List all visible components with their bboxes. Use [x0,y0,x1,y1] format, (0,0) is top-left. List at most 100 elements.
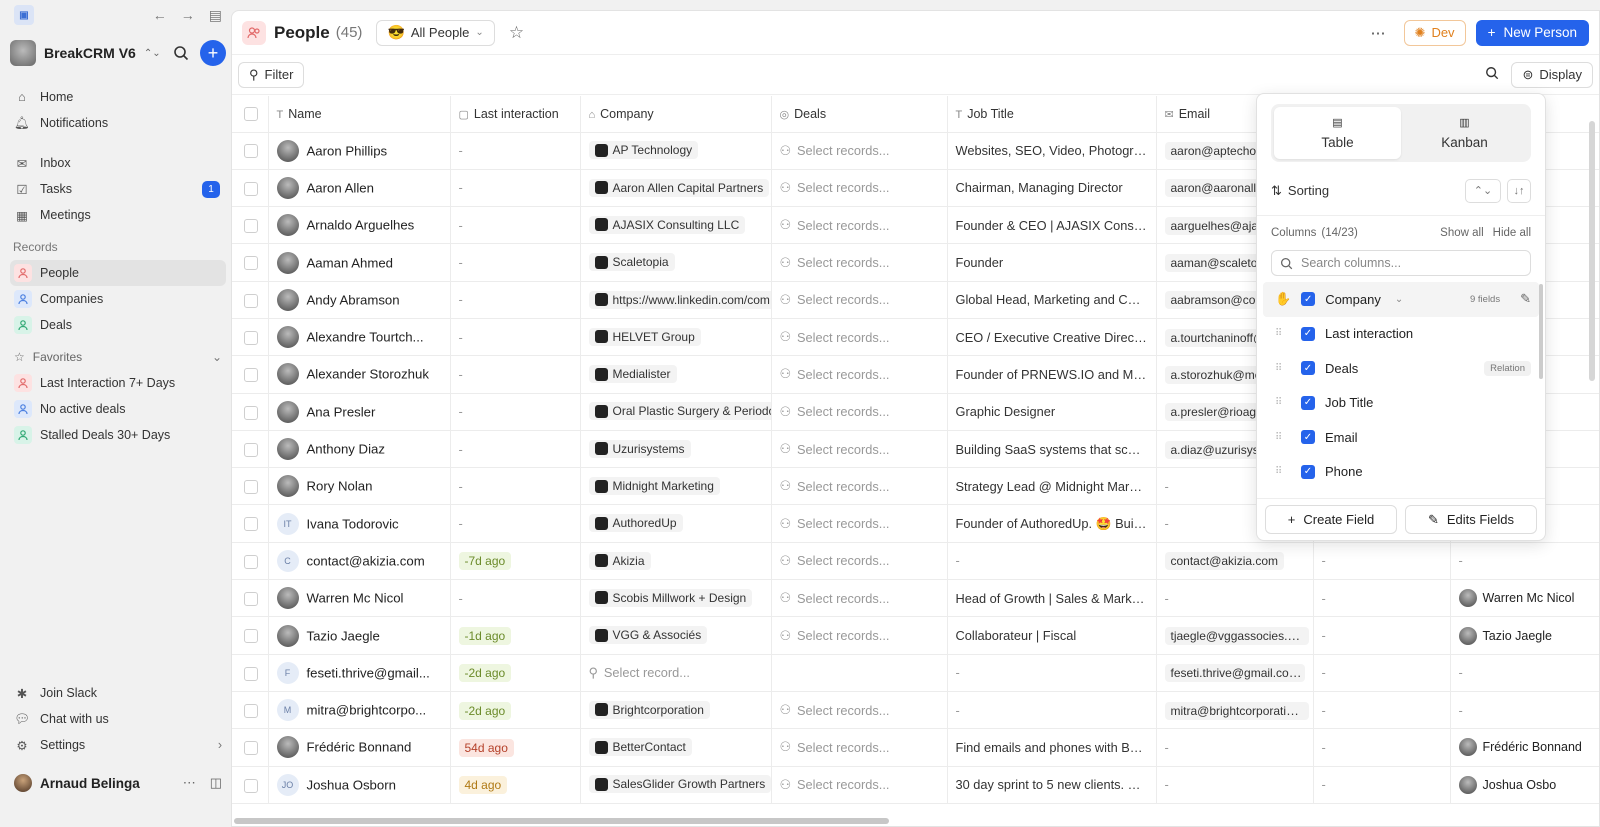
row-checkbox[interactable] [244,778,258,793]
deals-cell[interactable]: ⚇ Select records... [771,393,948,431]
job-title-cell[interactable]: Building SaaS systems that scale... [947,430,1157,469]
add-icon[interactable]: + [200,40,226,66]
dev-button[interactable]: ✺ Dev [1403,19,1466,46]
row-checkbox[interactable] [244,703,258,718]
drag-handle-icon[interactable]: ⠿ [1275,328,1289,339]
column-checkbox[interactable]: ✓ [1301,395,1315,410]
sidebar-item-notifications[interactable]: 🔔︎ Notifications [10,110,226,136]
job-title-cell[interactable]: Founder [947,243,1157,282]
row-checkbox[interactable] [244,368,258,383]
app-logo-icon[interactable]: ▣ [14,5,34,25]
sidebar-item-stalled-deals-30-days[interactable]: Stalled Deals 30+ Days [10,422,226,448]
company-cell[interactable]: Brightcorporation [580,691,772,730]
company-cell[interactable]: HELVET Group [580,318,772,357]
last-interaction-cell[interactable]: - [450,393,581,431]
phone-cell[interactable]: - [1313,542,1451,581]
search-icon[interactable] [168,40,194,66]
phone-cell[interactable]: - [1313,766,1451,804]
last-interaction-cell[interactable]: - [450,243,581,282]
select-records[interactable]: ⚇ Select records... [780,702,890,718]
kanban-view-option[interactable]: ▥ Kanban [1401,107,1528,159]
company-chip[interactable]: Oral Plastic Surgery & Periodo [588,402,770,421]
deals-cell[interactable]: ⚇ Select records... [771,616,948,655]
deals-cell[interactable]: ⚇ Select records... [771,579,948,618]
company-cell[interactable]: AP Technology [580,132,772,170]
select-records[interactable]: ⚇ Select records... [780,292,890,308]
sidebar-item-last-interaction-7-days[interactable]: Last Interaction 7+ Days [10,370,226,396]
name-cell[interactable]: Ana Presler [268,393,451,431]
table-row[interactable]: Tazio Jaegle -1d ago VGG & Associés ⚇ Select… [232,616,1599,655]
column-toggle-last-interaction[interactable]: ⠿ ✓ Last interaction [1257,317,1545,352]
company-chip[interactable]: Brightcorporation [588,700,710,719]
name-cell[interactable]: Aaron Allen [268,169,451,208]
row-checkbox[interactable] [244,442,258,457]
sidebar-item-home[interactable]: ⌂ Home [10,84,226,110]
pencil-icon[interactable]: ✎ [1520,291,1531,307]
more-options-icon[interactable]: ⋯ [1371,24,1386,42]
last-interaction-cell[interactable]: - [450,467,581,506]
select-records[interactable]: ⚇ Select records... [780,217,890,233]
select-records[interactable]: ⚇ Select records... [780,590,890,606]
job-title-cell[interactable]: Graphic Designer [947,393,1157,431]
column-toggle-deals[interactable]: ⠿ ✓ Deals Relation [1257,351,1545,386]
owner-cell[interactable]: Tazio Jaegle [1450,616,1599,655]
last-interaction-cell[interactable]: - [450,169,581,208]
job-title-cell[interactable]: - [947,691,1157,730]
deals-cell[interactable]: ⚇ Select records... [771,206,948,245]
column-header[interactable]: T Name [268,96,451,133]
job-title-cell[interactable]: - [947,542,1157,581]
forward-arrow-icon[interactable]: → [181,7,195,23]
company-chip[interactable]: Medialister [588,365,677,384]
company-chip[interactable]: https://www.linkedin.com/com [588,290,770,309]
favorites-section-header[interactable]: ☆ Favorites ⌄ [10,344,226,370]
name-cell[interactable]: Ffeseti.thrive@gmail... [268,654,451,692]
deals-cell[interactable]: ⚇ Select records... [771,467,948,506]
last-interaction-cell[interactable]: - [450,430,581,469]
name-cell[interactable]: JO Joshua Osborn [268,766,451,804]
last-interaction-cell[interactable]: - [450,355,581,394]
deals-cell[interactable]: ⚇ Select records... [771,132,948,170]
email-cell[interactable]: - [1156,766,1314,804]
select-records[interactable]: ⚇ Select records... [780,366,890,382]
row-checkbox[interactable] [244,219,258,234]
row-checkbox[interactable] [244,256,258,271]
phone-cell[interactable]: - [1313,654,1451,692]
name-cell[interactable]: Alexander Storozhuk [268,355,451,394]
deals-cell[interactable]: ⚇ Select records... [771,691,948,730]
row-checkbox[interactable] [244,330,258,345]
show-all-button[interactable]: Show all [1440,227,1483,239]
sidebar-item-no-active-deals[interactable]: No active deals [10,396,226,422]
sidebar-item-inbox[interactable]: ✉ Inbox [10,150,226,176]
table-row[interactable]: JO Joshua Osborn 4d ago SalesGlider Growth … [232,766,1599,804]
column-toggle-company[interactable]: ✋ ✓ Company ⌄ 9 fields ✎ [1263,282,1539,317]
column-checkbox[interactable]: ✓ [1301,292,1316,307]
name-cell[interactable]: Anthony Diaz [268,430,451,469]
company-cell[interactable]: AJASIX Consulting LLC [580,206,772,245]
sort-direction-icon[interactable]: ↓↑ [1507,178,1531,203]
sidebar-item-chat-with-us[interactable]: 💬︎ Chat with us [10,706,226,732]
favorite-star-icon[interactable]: ☆ [509,23,524,43]
last-interaction-cell[interactable]: - [450,132,581,170]
company-cell[interactable]: Midnight Marketing [580,467,772,506]
company-chip[interactable]: VGG & Associés [588,626,708,645]
owner-cell[interactable]: Joshua Osbo [1450,766,1599,804]
row-checkbox[interactable] [244,293,258,308]
job-title-cell[interactable]: Websites, SEO, Video, Photograp... [947,132,1157,170]
owner-cell[interactable]: - [1450,542,1599,581]
last-interaction-cell[interactable]: -7d ago [450,542,581,581]
filter-button[interactable]: ⚲ Filter [238,61,305,88]
company-cell[interactable]: AuthoredUp [580,504,772,543]
company-cell[interactable]: https://www.linkedin.com/com [580,281,772,319]
back-arrow-icon[interactable]: ← [153,7,167,23]
name-cell[interactable]: Rory Nolan [268,467,451,506]
table-search-icon[interactable] [1485,66,1499,83]
last-interaction-cell[interactable]: - [450,504,581,543]
row-checkbox[interactable] [244,666,258,681]
table-row[interactable]: Ccontact@akizia.com -7d ago Akizia ⚇ Select … [232,542,1599,581]
company-cell[interactable]: Oral Plastic Surgery & Periodo [580,393,772,431]
email-cell[interactable]: - [1156,579,1314,618]
column-toggle-job-title[interactable]: ⠿ ✓ Job Title [1257,386,1545,421]
row-checkbox[interactable] [244,554,258,569]
company-chip[interactable]: AP Technology [588,141,699,160]
vertical-scrollbar[interactable] [1589,121,1595,381]
